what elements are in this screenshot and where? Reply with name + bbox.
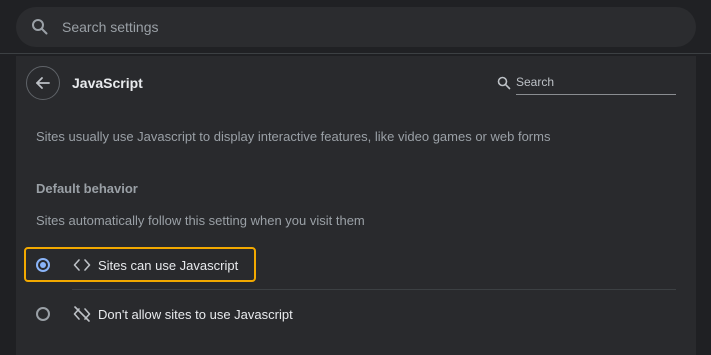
default-behavior-subtext: Sites automatically follow this setting …	[36, 213, 365, 228]
search-settings-bar[interactable]: Search settings	[16, 7, 696, 47]
code-off-icon	[73, 305, 91, 323]
divider	[72, 289, 676, 290]
javascript-settings-card: JavaScript Search Sites usually use Java…	[16, 56, 696, 355]
option-label: Sites can use Javascript	[98, 258, 239, 273]
top-bar: Search settings	[0, 0, 711, 54]
default-behavior-heading: Default behavior	[36, 181, 138, 196]
search-settings-placeholder[interactable]: Search settings	[62, 18, 159, 36]
option-block-javascript[interactable]: Don't allow sites to use Javascript	[24, 296, 676, 332]
page-description: Sites usually use Javascript to display …	[36, 129, 551, 144]
page-search-input[interactable]: Search	[516, 71, 676, 95]
option-allow-javascript[interactable]: Sites can use Javascript	[24, 247, 676, 283]
radio-allow-javascript[interactable]	[36, 258, 50, 272]
page-search-placeholder: Search	[516, 75, 555, 89]
search-icon	[30, 17, 50, 37]
page-search[interactable]: Search	[496, 71, 676, 96]
radio-block-javascript[interactable]	[36, 307, 50, 321]
back-button[interactable]	[26, 66, 60, 100]
arrow-left-icon	[34, 74, 52, 92]
search-icon	[496, 75, 512, 91]
option-label: Don't allow sites to use Javascript	[98, 307, 293, 322]
page-title: JavaScript	[72, 75, 143, 91]
code-brackets-icon	[73, 256, 91, 274]
